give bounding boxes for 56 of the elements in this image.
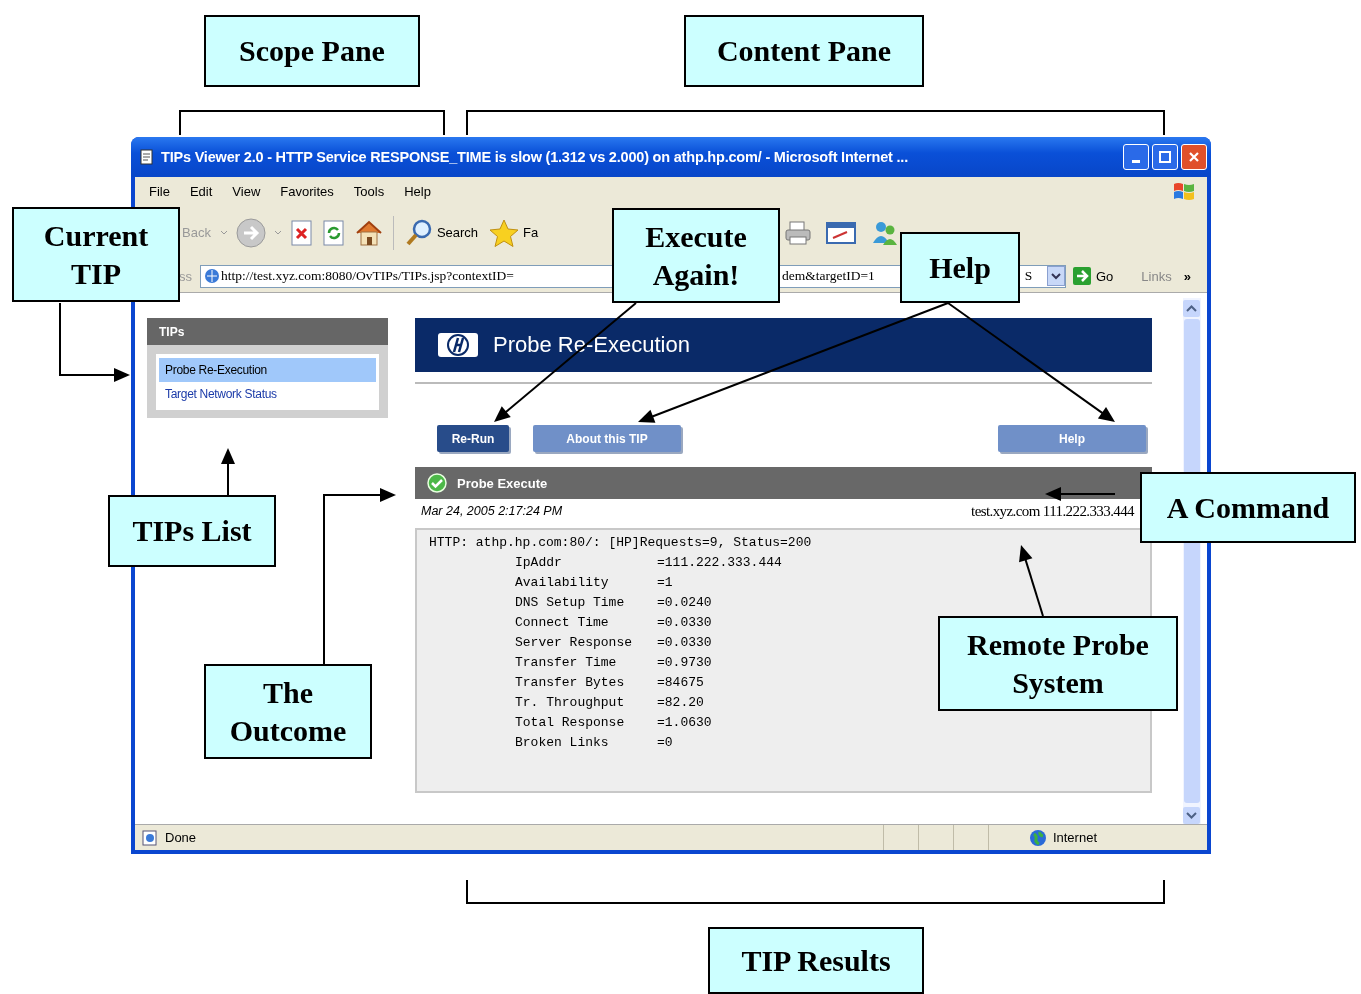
menu-item[interactable]: Help [396,183,439,199]
timestamp: Mar 24, 2005 2:17:24 PM [421,504,563,518]
menu-item[interactable]: Edit [181,183,221,199]
search-button[interactable]: Search [401,217,481,248]
metric-value: =0 [657,734,673,752]
url-text: S [1024,268,1033,284]
banner-title: Probe Re-Execution [493,332,690,358]
annotation-label: Execute Again! [612,208,780,303]
metric-value: =0.0330 [657,634,712,652]
metric-name: Tr. Throughput [515,694,626,712]
metric-value: =1.0630 [657,714,712,732]
section-title: Probe Execute [457,475,548,491]
metric-value: =111.222.333.444 [657,554,782,572]
annotation-label: Remote Probe System [938,616,1178,711]
zone-text: Internet [1052,830,1097,845]
metric-name: IpAddr [515,554,563,572]
annotation-label: Current TIP [12,207,180,302]
metric-value: =0.9730 [657,654,712,672]
annotation-label: Scope Pane [204,15,420,87]
favorites-button[interactable]: Fa [486,217,541,248]
tip-list-item[interactable]: Target Network Status [159,382,376,406]
metric-value: =1 [657,574,673,592]
go-button[interactable]: Go [1072,266,1114,286]
metric-name: Server Response [515,634,634,652]
window-title: TIPs Viewer 2.0 - HTTP Service RESPONSE_TIME is slow (1.312 vs 2.000) on athp.hp.com/ - Microsoft Internet ... [161,149,909,165]
menu-item[interactable]: File [141,183,178,199]
metric-name: Total Response [515,714,626,732]
annotation-label: Help [900,232,1020,303]
menu-item[interactable]: Favorites [272,183,342,199]
status-text: Done [165,830,197,845]
url-text: dem&targetID=1 [781,268,875,284]
metric-name: Availability [515,574,610,592]
address-label: ss [179,268,192,284]
metric-value: =84675 [657,674,704,692]
url-text: http://test.xyz.com:8080/OvTIPs/TIPs.jsp?contextID= [221,268,514,284]
command-target: test.xyz.com 111.222.333.444 [971,502,1134,520]
chevron-icon[interactable]: » [1183,268,1191,284]
annotation-label: TIP Results [708,927,924,994]
tip-list-item[interactable]: Probe Re-Execution [159,358,376,382]
metric-name: Connect Time [515,614,610,632]
pane-header: TIPs [147,318,388,345]
metric-value: =0.0240 [657,594,712,612]
metric-name: Broken Links [515,734,610,752]
action-button[interactable]: Re-Run [437,425,509,452]
metric-name: Transfer Time [515,654,618,672]
annotation-label: Content Pane [684,15,924,87]
metric-value: =82.20 [657,694,704,712]
annotation-label: A Command [1140,472,1356,543]
annotation-label: TIPs List [108,495,276,567]
metric-name: Transfer Bytes [515,674,626,692]
metric-name: DNS Setup Time [515,594,626,612]
metric-value: =0.0330 [657,614,712,632]
annotation-label: The Outcome [204,664,372,759]
menu-item[interactable]: View [224,183,269,199]
menu-item[interactable]: Tools [345,183,393,199]
output-line: HTTP: athp.hp.com:80/: [HP]Requests=9, Status=200 [429,534,813,552]
